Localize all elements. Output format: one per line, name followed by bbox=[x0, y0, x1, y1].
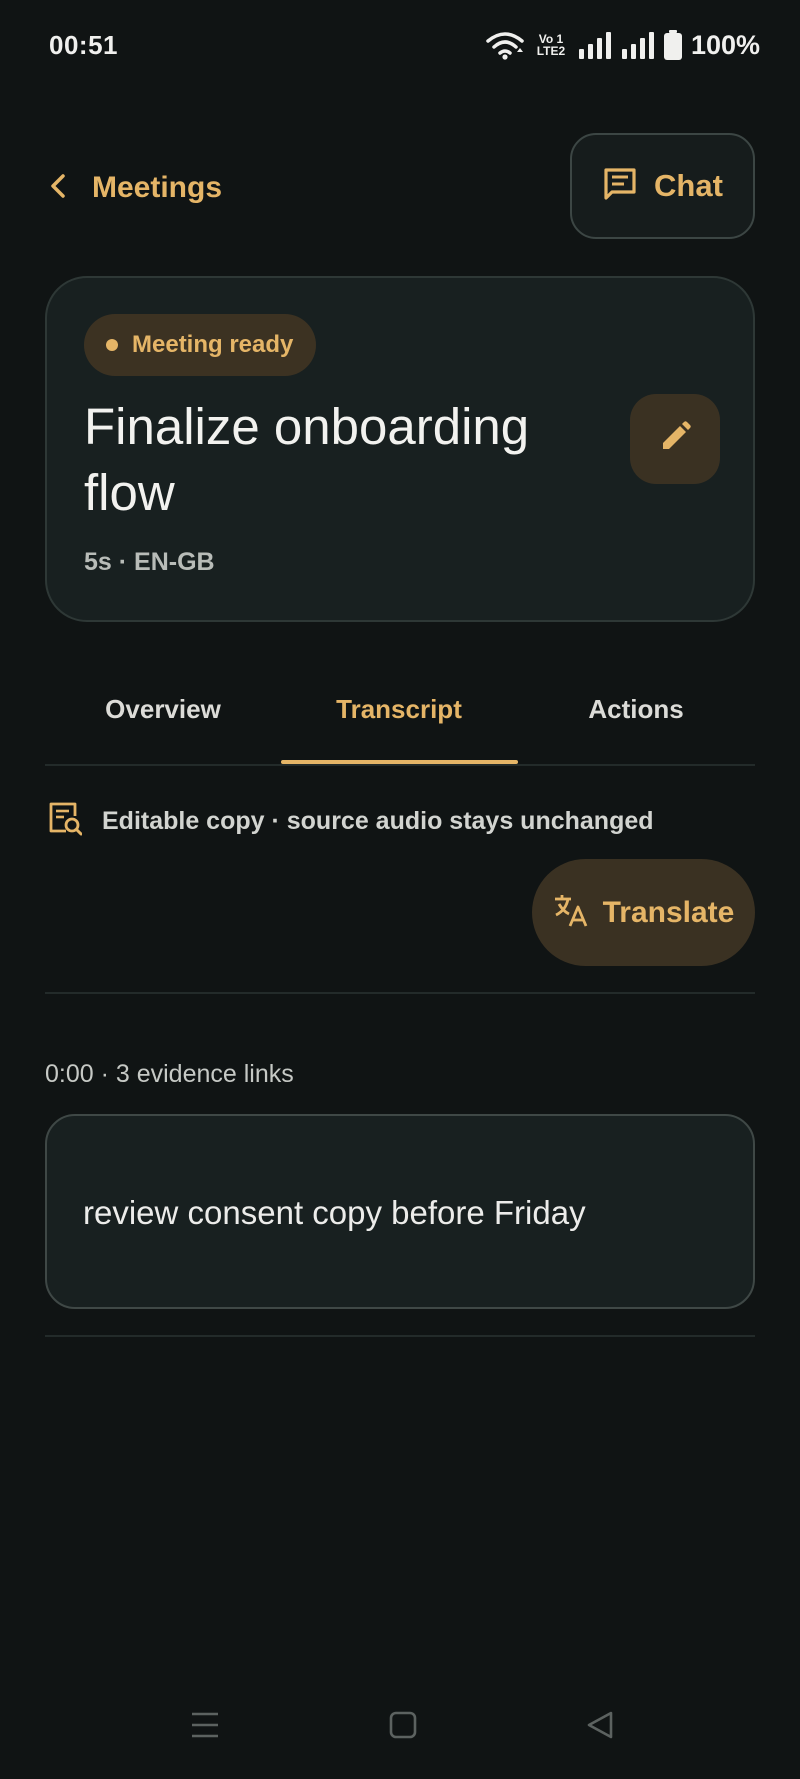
back-button[interactable]: Meetings bbox=[50, 160, 222, 216]
status-bar: 00:51 Vo 1 LTE2 100% bbox=[0, 0, 800, 92]
recent-apps-button[interactable] bbox=[175, 1702, 235, 1752]
system-back-button[interactable] bbox=[570, 1702, 630, 1752]
section-divider bbox=[45, 992, 755, 994]
transcript-segment-card[interactable]: review consent copy before Friday bbox=[45, 1114, 755, 1309]
square-icon bbox=[388, 1710, 418, 1745]
transcript-notice-label: Editable copy · source audio stays uncha… bbox=[102, 807, 654, 835]
document-search-icon bbox=[48, 801, 83, 842]
wifi-icon bbox=[486, 30, 524, 60]
back-label: Meetings bbox=[92, 171, 223, 204]
tab-overview[interactable]: Overview bbox=[45, 672, 281, 764]
segment-meta: 0:00 · 3 evidence links bbox=[45, 1060, 294, 1088]
volte-indicator: Vo 1 LTE2 bbox=[533, 33, 569, 57]
system-nav-bar bbox=[0, 1690, 800, 1770]
tab-transcript[interactable]: Transcript bbox=[281, 672, 517, 764]
transcript-notice: Editable copy · source audio stays uncha… bbox=[48, 801, 654, 842]
signal-icon-sim1 bbox=[578, 31, 612, 59]
status-icons: Vo 1 LTE2 100% bbox=[486, 28, 760, 62]
translate-label: Translate bbox=[602, 895, 735, 929]
pencil-icon bbox=[657, 419, 693, 460]
chat-label: Chat bbox=[654, 168, 723, 203]
meeting-card: Meeting ready Finalize onboarding flow 5… bbox=[45, 276, 755, 622]
segment-text[interactable]: review consent copy before Friday bbox=[83, 1194, 586, 1232]
battery-icon bbox=[663, 30, 682, 60]
status-dot-icon bbox=[106, 339, 118, 351]
home-button[interactable] bbox=[373, 1702, 433, 1752]
signal-icon-sim2 bbox=[621, 31, 655, 59]
tab-bar: Overview Transcript Actions bbox=[45, 672, 755, 766]
translate-button[interactable]: Translate bbox=[532, 859, 755, 966]
chevron-left-icon bbox=[50, 173, 66, 204]
translate-icon bbox=[553, 892, 589, 933]
segment-divider bbox=[45, 1335, 755, 1337]
active-tab-indicator bbox=[281, 760, 518, 764]
meeting-meta: 5s · EN-GB bbox=[84, 548, 215, 576]
meeting-title: Finalize onboarding flow bbox=[84, 398, 530, 521]
battery-percent: 100% bbox=[690, 29, 760, 60]
status-badge-label: Meeting ready bbox=[132, 331, 294, 358]
status-time: 00:51 bbox=[49, 30, 118, 60]
tab-actions[interactable]: Actions bbox=[518, 672, 754, 764]
volte-line-2: LTE2 bbox=[536, 44, 566, 58]
menu-lines-icon bbox=[190, 1711, 220, 1744]
triangle-back-icon bbox=[585, 1710, 615, 1745]
edit-title-button[interactable] bbox=[630, 394, 720, 484]
meeting-detail-screen: 00:51 Vo 1 LTE2 100% Meetings Chat Meeti… bbox=[0, 0, 800, 1779]
chat-button[interactable]: Chat bbox=[570, 133, 755, 239]
chat-icon bbox=[602, 166, 638, 207]
status-badge: Meeting ready bbox=[84, 314, 317, 376]
